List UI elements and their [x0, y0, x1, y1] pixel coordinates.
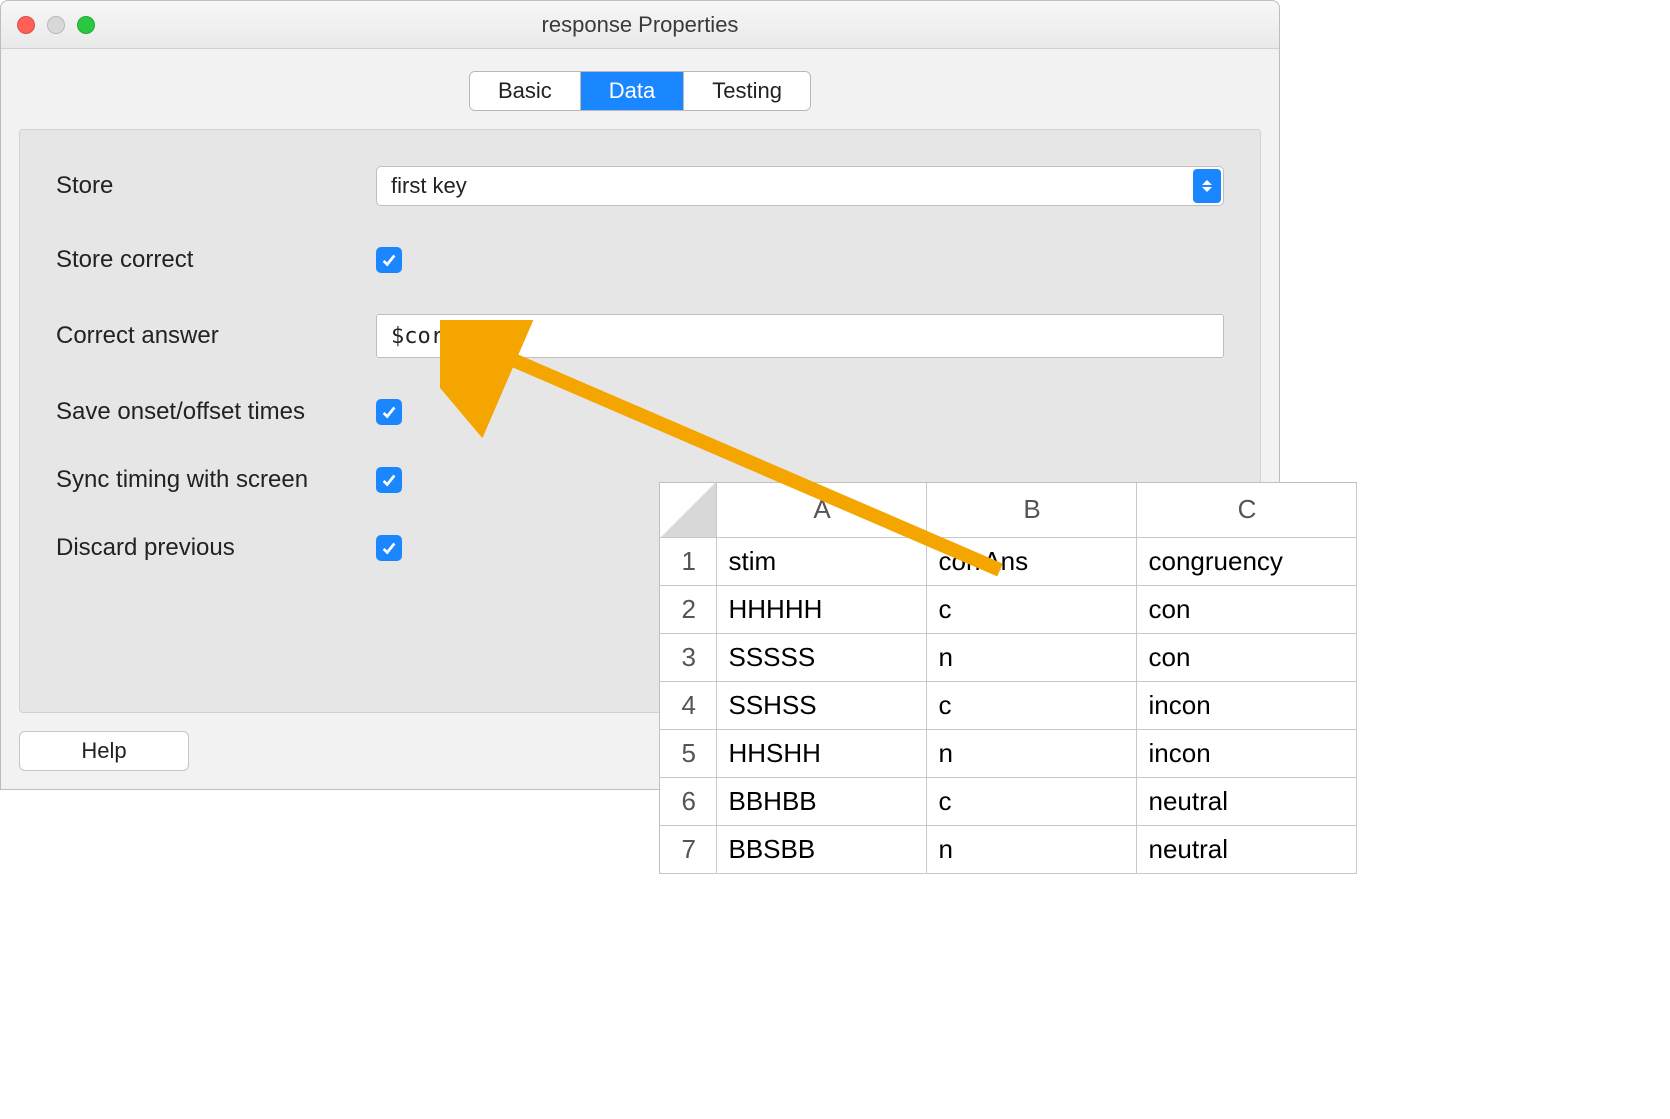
- chevron-updown-icon[interactable]: [1193, 169, 1221, 203]
- spreadsheet-table: A B C 1 stim corrAns congruency 2 HHHHH …: [660, 483, 1357, 874]
- row-header[interactable]: 2: [660, 585, 716, 633]
- cell[interactable]: BBSBB: [716, 825, 926, 873]
- row-header[interactable]: 3: [660, 633, 716, 681]
- cell[interactable]: stim: [716, 537, 926, 585]
- col-header-b[interactable]: B: [926, 483, 1136, 537]
- table-row: 3 SSSSS n con: [660, 633, 1356, 681]
- store-select[interactable]: first key: [376, 166, 1224, 206]
- checkbox-store-correct[interactable]: [376, 247, 402, 273]
- check-icon: [380, 251, 398, 269]
- row-header[interactable]: 7: [660, 825, 716, 873]
- tab-data[interactable]: Data: [581, 72, 684, 110]
- cell[interactable]: con: [1136, 633, 1356, 681]
- cell[interactable]: c: [926, 681, 1136, 729]
- tab-basic[interactable]: Basic: [470, 72, 581, 110]
- row-header[interactable]: 5: [660, 729, 716, 777]
- row-store-correct: Store correct: [56, 246, 1224, 274]
- label-sync-screen: Sync timing with screen: [56, 466, 376, 494]
- check-icon: [380, 539, 398, 557]
- tab-testing[interactable]: Testing: [684, 72, 810, 110]
- row-store: Store first key: [56, 166, 1224, 206]
- cell[interactable]: HHSHH: [716, 729, 926, 777]
- cell[interactable]: con: [1136, 585, 1356, 633]
- row-header[interactable]: 4: [660, 681, 716, 729]
- cell[interactable]: n: [926, 825, 1136, 873]
- table-row: 2 HHHHH c con: [660, 585, 1356, 633]
- row-header[interactable]: 1: [660, 537, 716, 585]
- cell[interactable]: incon: [1136, 729, 1356, 777]
- store-select-value[interactable]: first key: [376, 166, 1224, 206]
- cell[interactable]: c: [926, 585, 1136, 633]
- cell[interactable]: HHHHH: [716, 585, 926, 633]
- check-icon: [380, 403, 398, 421]
- label-store-correct: Store correct: [56, 246, 376, 274]
- titlebar: response Properties: [1, 1, 1279, 49]
- correct-answer-input[interactable]: [376, 314, 1224, 358]
- check-icon: [380, 471, 398, 489]
- cell[interactable]: c: [926, 777, 1136, 825]
- cell[interactable]: corrAns: [926, 537, 1136, 585]
- label-store: Store: [56, 172, 376, 200]
- col-header-c[interactable]: C: [1136, 483, 1356, 537]
- table-row: 1 stim corrAns congruency: [660, 537, 1356, 585]
- row-header[interactable]: 6: [660, 777, 716, 825]
- cell[interactable]: SSHSS: [716, 681, 926, 729]
- tab-bar: Basic Data Testing: [1, 49, 1279, 111]
- table-row: 7 BBSBB n neutral: [660, 825, 1356, 873]
- help-button[interactable]: Help: [19, 731, 189, 771]
- col-header-a[interactable]: A: [716, 483, 926, 537]
- label-correct-answer: Correct answer: [56, 322, 376, 350]
- label-discard-previous: Discard previous: [56, 534, 376, 562]
- row-save-times: Save onset/offset times: [56, 398, 1224, 426]
- sheet-corner[interactable]: [660, 483, 716, 537]
- cell[interactable]: SSSSS: [716, 633, 926, 681]
- checkbox-discard-previous[interactable]: [376, 535, 402, 561]
- cell[interactable]: congruency: [1136, 537, 1356, 585]
- label-save-times: Save onset/offset times: [56, 398, 376, 426]
- checkbox-sync-screen[interactable]: [376, 467, 402, 493]
- window-title: response Properties: [1, 12, 1279, 38]
- table-row: 4 SSHSS c incon: [660, 681, 1356, 729]
- cell[interactable]: incon: [1136, 681, 1356, 729]
- spreadsheet: A B C 1 stim corrAns congruency 2 HHHHH …: [659, 482, 1357, 874]
- table-row: 5 HHSHH n incon: [660, 729, 1356, 777]
- table-row: 6 BBHBB c neutral: [660, 777, 1356, 825]
- checkbox-save-times[interactable]: [376, 399, 402, 425]
- cell[interactable]: neutral: [1136, 825, 1356, 873]
- cell[interactable]: n: [926, 633, 1136, 681]
- row-correct-answer: Correct answer: [56, 314, 1224, 358]
- cell[interactable]: BBHBB: [716, 777, 926, 825]
- segmented-control: Basic Data Testing: [469, 71, 811, 111]
- cell[interactable]: neutral: [1136, 777, 1356, 825]
- cell[interactable]: n: [926, 729, 1136, 777]
